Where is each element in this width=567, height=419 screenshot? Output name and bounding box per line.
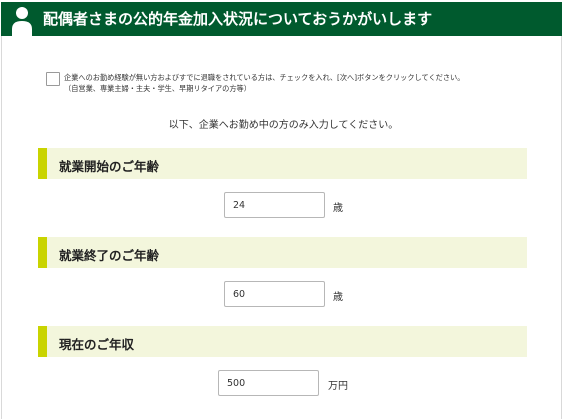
section-annual-income: 現在のご年収 [38, 326, 527, 357]
no-employment-label: 企業へのお勤め経験が無い方およびすでに退職をされている方は、チェックを入れ、[次… [64, 72, 534, 94]
annual-income-unit: 万円 [328, 381, 348, 392]
notice-line-2: （自営業、専業主婦・主夫・学生、早期リタイアの方等） [64, 84, 251, 93]
section-label-annual-income: 現在のご年収 [59, 337, 135, 352]
section-end-age: 就業終了のご年齢 [38, 237, 527, 268]
annual-income-input[interactable] [218, 370, 319, 396]
notice-line-1: 企業へのお勤め経験が無い方およびすでに退職をされている方は、チェックを入れ、[次… [64, 73, 465, 82]
section-label-start-age: 就業開始のご年齢 [59, 159, 160, 174]
start-age-input[interactable] [224, 192, 325, 218]
section-start-age: 就業開始のご年齢 [38, 148, 527, 179]
page-header: 配偶者さまの公的年金加入状況についておうかがいします [1, 2, 562, 36]
section-accent-bar [38, 326, 47, 357]
instruction-text: 以下、企業へお勤め中の方のみ入力してください。 [168, 120, 399, 131]
start-age-unit: 歳 [333, 203, 343, 214]
section-accent-bar [38, 237, 47, 268]
end-age-input[interactable] [224, 281, 325, 307]
person-icon [12, 7, 32, 36]
section-label-end-age: 就業終了のご年齢 [59, 248, 160, 263]
no-employment-checkbox[interactable] [46, 72, 60, 86]
page-title: 配偶者さまの公的年金加入状況についておうかがいします [43, 10, 433, 28]
section-accent-bar [38, 148, 47, 179]
end-age-unit: 歳 [333, 292, 343, 303]
